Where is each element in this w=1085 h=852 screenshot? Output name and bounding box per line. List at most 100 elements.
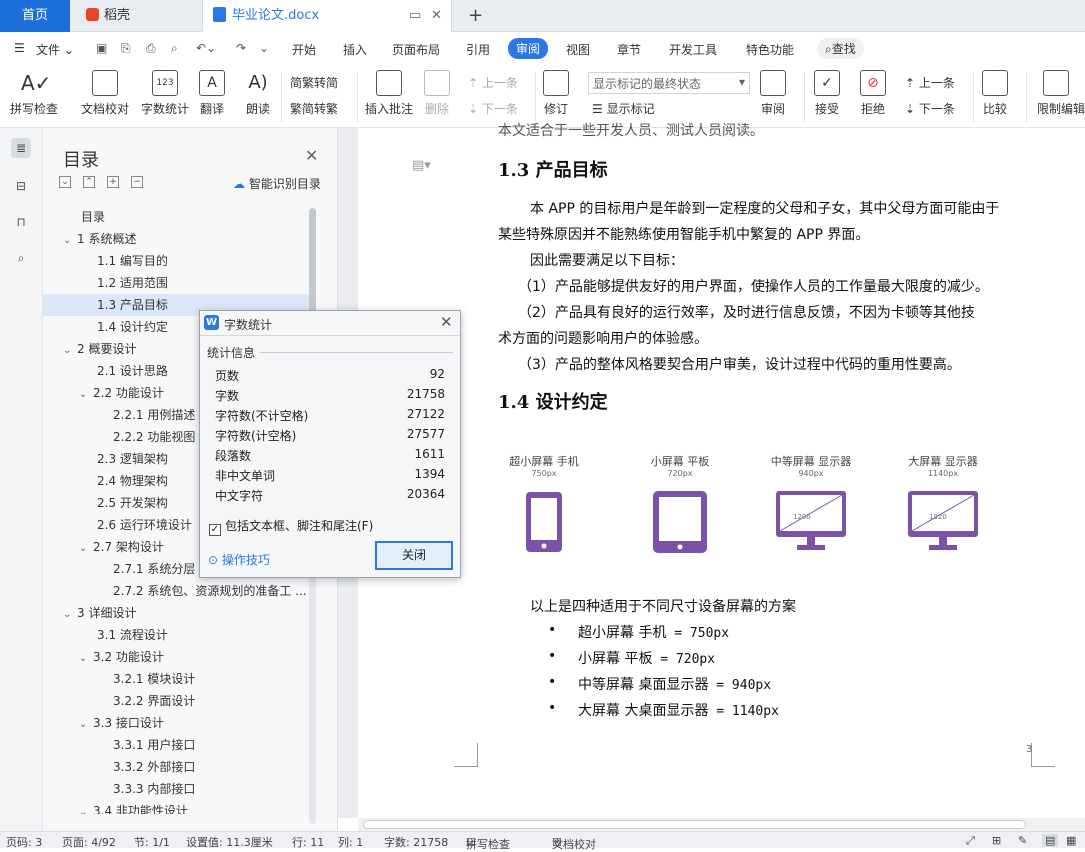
toc-item[interactable]: 3.2.1 模块设计 [43,668,313,690]
menu-layout[interactable]: 页面布局 [392,41,440,58]
delete-comment-button[interactable]: 删除 [424,70,450,117]
search-box[interactable]: ⌕查找 [817,38,864,59]
chevron-down-icon[interactable]: ⌄ [79,384,93,406]
tab-daoke[interactable]: 稻壳 [86,0,130,32]
preview-icon[interactable]: ⌕ [171,41,178,56]
stat-value: 1611 [414,447,445,461]
more-icon[interactable]: ⌄ [259,41,269,55]
toc-item[interactable]: ⌄ 3.4 非功能性设计 [43,800,313,814]
simp-to-trad-button[interactable]: 繁简转繁 [290,100,338,117]
close-icon[interactable]: ✕ [440,313,453,331]
export-icon[interactable]: ⎘ [121,41,131,56]
toc-item[interactable]: 2.7.2 系统包、资源规划的准备工 ... [43,580,313,602]
chevron-down-icon[interactable]: ⌄ [79,648,93,670]
bookmark-icon[interactable]: ⊓ [11,212,31,232]
prev-change-button[interactable]: ⇡ 上一条 [905,74,955,91]
remove-icon[interactable]: − [131,176,143,188]
document-page[interactable]: ▤▾ 本文适合于一些开发人员、测试人员阅读。 1.3 产品目标 本 APP 的目… [358,123,1085,818]
next-change-label: 下一条 [918,102,955,116]
collapse-all-icon[interactable]: ⌃ [83,176,95,188]
proofread-button[interactable]: 文档校对 [81,70,129,117]
undo-icon[interactable]: ↶⌄ [196,41,216,55]
search-icon[interactable]: ⌕ [11,248,31,268]
add-tab-button[interactable]: + [468,0,483,32]
toc-item[interactable]: 目录 [43,206,313,228]
menu-chapter[interactable]: 章节 [617,41,641,58]
word-count-icon: 123 [152,70,178,96]
show-markup-button[interactable]: ☰ 显示标记 [592,100,655,117]
spell-check-icon: A✓ [21,71,52,95]
chevron-down-icon[interactable]: ⌄ [63,340,77,362]
include-textbox-checkbox[interactable]: ✓ 包括文本框、脚注和尾注(F) [209,517,373,536]
section-divider [260,352,453,353]
close-button[interactable]: 关闭 [375,541,453,570]
ribbon: A✓ 拼写检查 文档校对 123 字数统计 A 翻译 A) 朗读 简繁转简 繁简转繁 插… [0,66,1085,128]
toc-item[interactable]: ⌄ 3.2 功能设计 [43,646,313,668]
toc-item[interactable]: ⌄ 3 详细设计 [43,602,313,624]
chevron-down-icon[interactable]: ⌄ [79,802,93,814]
menu-features[interactable]: 特色功能 [746,41,794,58]
toc-item-label: 2.1 设计思路 [97,364,168,378]
compare-button[interactable]: 比较 [982,70,1008,117]
tab-document[interactable]: 毕业论文.docx ▭ ✕ [202,0,452,32]
read-mode-icon[interactable]: ⊞ [992,834,1001,847]
edit-mode-icon[interactable]: ✎ [1018,834,1027,847]
screen-icon[interactable]: ▭ [409,0,421,32]
save-icon[interactable]: ▣ [96,41,107,55]
toc-item[interactable]: 1.2 适用范围 [43,272,313,294]
chevron-down-icon[interactable]: ⌄ [63,230,77,252]
add-icon[interactable]: + [107,176,119,188]
chevron-down-icon[interactable]: ⌄ [79,538,93,560]
smart-toc-button[interactable]: ☁ 智能识别目录 [233,175,321,192]
toc-item[interactable]: 3.3.1 用户接口 [43,734,313,756]
accept-button[interactable]: ✓ 接受 [814,70,840,117]
toc-item[interactable]: ⌄ 1 系统概述 [43,228,313,250]
close-icon[interactable]: ✕ [305,146,318,165]
web-view-icon[interactable]: ▦ [1066,834,1076,847]
menu-insert[interactable]: 插入 [343,41,367,58]
menu-devtools[interactable]: 开发工具 [669,41,717,58]
redo-icon[interactable]: ↷ [236,41,246,55]
outline-icon[interactable]: ⊟ [11,176,31,196]
menu-file[interactable]: 文件 ⌄ [36,41,74,58]
chevron-down-icon[interactable]: ⌄ [63,604,77,626]
menu-review[interactable]: 审阅 [508,38,549,59]
translate-button[interactable]: A 翻译 [199,70,225,117]
fullscreen-icon[interactable]: ⤢ [966,834,975,848]
toc-item[interactable]: 3.2.2 界面设计 [43,690,313,712]
insert-comment-button[interactable]: 插入批注 [365,70,413,117]
menu-view[interactable]: 视图 [566,41,590,58]
prev-comment-button[interactable]: ⇡ 上一条 [468,74,518,91]
toc-item[interactable]: 1.1 编写目的 [43,250,313,272]
spell-check-button[interactable]: A✓ 拼写检查 [10,70,58,117]
hamburger-icon[interactable]: ☰ [14,41,25,55]
expand-all-icon[interactable]: ⌄ [59,176,71,188]
doc-options-icon[interactable]: ▤▾ [412,158,431,173]
page-view-icon[interactable]: ▤ [1042,834,1059,847]
tips-link[interactable]: ⊙ 操作技巧 [208,551,270,568]
toc-item[interactable]: 3.1 流程设计 [43,624,313,646]
toc-item[interactable]: 3.3.2 外部接口 [43,756,313,778]
reject-button[interactable]: ⊘ 拒绝 [860,70,886,117]
tab-home[interactable]: 首页 [0,0,70,32]
menu-reference[interactable]: 引用 [466,41,490,58]
revise-button[interactable]: 修订 [543,70,569,117]
print-icon[interactable]: ⎙ [146,41,156,56]
close-icon[interactable]: ✕ [431,0,442,32]
word-count-button[interactable]: 123 字数统计 [141,70,189,117]
chevron-down-icon[interactable]: ⌄ [79,714,93,736]
review-pane-button[interactable]: 审阅 [760,70,786,117]
spell-check-label: 拼写检查 [10,102,59,116]
next-change-button[interactable]: ⇣ 下一条 [905,100,955,117]
toc-item[interactable]: ⌄ 3.3 接口设计 [43,712,313,734]
toc-item[interactable]: 3.3.3 内部接口 [43,778,313,800]
horizontal-scrollbar-thumb[interactable] [363,820,1026,829]
phone-icon [526,492,562,552]
markup-select[interactable]: 显示标记的最终状态 ▾ [588,72,750,94]
menu-start[interactable]: 开始 [292,41,316,58]
read-aloud-button[interactable]: A) 朗读 [245,70,271,117]
trad-to-simp-button[interactable]: 简繁转简 [290,74,338,91]
restrict-editing-button[interactable]: 限制编辑 [1037,70,1085,117]
next-comment-button[interactable]: ⇣ 下一条 [468,100,518,117]
toc-panel-icon[interactable]: ≣ [11,138,31,158]
